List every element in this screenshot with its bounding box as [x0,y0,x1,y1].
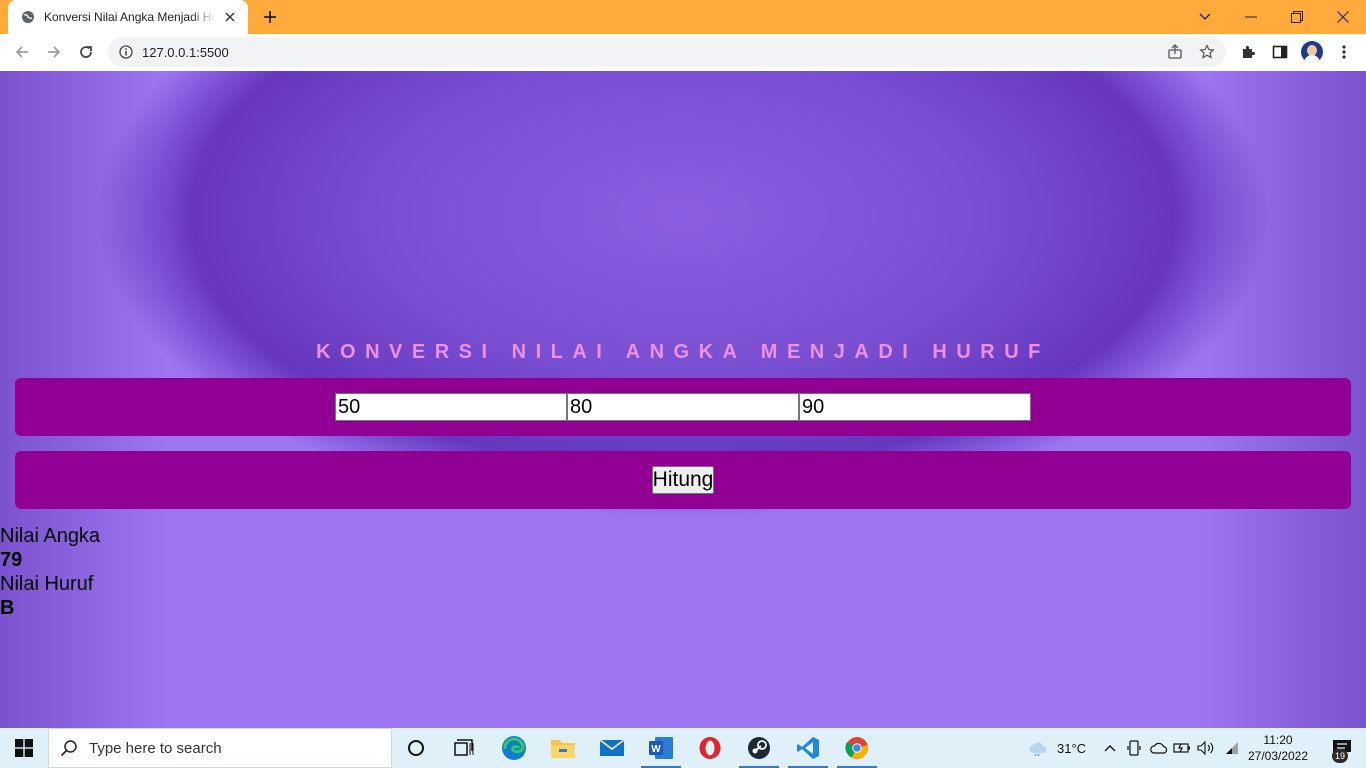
reload-button[interactable] [72,38,100,66]
task-view-icon[interactable] [440,728,488,768]
weather-icon[interactable] [1026,728,1050,768]
new-tab-button[interactable] [258,5,282,29]
close-tab-icon[interactable] [222,9,238,25]
menu-kebab-icon[interactable] [1332,40,1356,64]
result-section: Nilai Angka 79 Nilai Huruf B [0,524,100,620]
nilai-input-1[interactable] [335,393,567,421]
mail-icon[interactable] [588,728,636,768]
share-icon[interactable] [1166,43,1184,61]
restore-button[interactable] [1274,0,1320,34]
taskbar-search-box[interactable]: Type here to search [48,728,392,768]
vscode-icon[interactable] [784,728,832,768]
nilai-huruf-label: Nilai Huruf [0,573,94,595]
nilai-angka-label: Nilai Angka [0,525,101,547]
site-info-icon[interactable] [118,44,134,60]
svg-text:W: W [651,744,661,755]
globe-icon [20,9,36,25]
extensions-icon[interactable] [1236,40,1260,64]
button-panel: Hitung [15,451,1351,509]
page-title: KONVERSI NILAI ANGKA MENJADI HURUF [316,341,1050,363]
browser-toolbar: 127.0.0.1:5500 [0,34,1366,71]
steam-icon[interactable] [735,728,783,768]
clock-date: 27/03/2022 [1247,749,1309,763]
chrome-icon[interactable] [833,728,881,768]
windows-start-button[interactable] [0,728,48,768]
opera-icon[interactable] [686,728,734,768]
forward-button[interactable] [40,38,68,66]
clock-time: 11:20 [1263,733,1293,747]
taskbar: Type here to search W 31°C 11:20 27/03/2… [0,728,1366,768]
nilai-huruf-value: B [0,597,15,619]
back-button[interactable] [8,38,36,66]
browser-titlebar: Konversi Nilai Angka Menjadi Huruf [0,0,1366,34]
side-panel-icon[interactable] [1268,40,1292,64]
profile-avatar[interactable] [1301,41,1323,63]
edge-icon[interactable] [490,728,538,768]
search-placeholder: Type here to search [89,739,222,757]
device-icon[interactable] [1124,728,1144,768]
cortana-icon[interactable] [392,728,440,768]
nilai-input-3[interactable] [799,393,1031,421]
page-viewport: KONVERSI NILAI ANGKA MENJADI HURUF Hitun… [0,71,1366,728]
hitung-button[interactable]: Hitung [652,466,714,494]
nilai-input-2[interactable] [567,393,799,421]
chevron-up-icon[interactable] [1100,728,1120,768]
address-bar[interactable]: 127.0.0.1:5500 [108,37,1226,67]
notification-count-badge: 19 [1332,749,1348,763]
tab-title: Konversi Nilai Angka Menjadi Huruf [44,10,216,24]
onedrive-cloud-icon[interactable] [1148,728,1170,768]
bookmark-star-icon[interactable] [1198,43,1216,61]
weather-temperature[interactable]: 31°C [1057,741,1086,756]
inputs-panel [15,378,1351,436]
volume-icon[interactable] [1196,728,1216,768]
browser-tab[interactable]: Konversi Nilai Angka Menjadi Huruf [8,0,248,34]
system-clock[interactable]: 11:20 27/03/2022 [1246,732,1310,764]
minimize-button[interactable] [1228,0,1274,34]
tab-search-icon[interactable] [1182,0,1228,34]
url-text: 127.0.0.1:5500 [142,45,229,60]
word-icon[interactable]: W [637,728,685,768]
search-icon [49,739,89,757]
close-window-button[interactable] [1320,0,1366,34]
battery-icon[interactable] [1172,728,1192,768]
file-explorer-icon[interactable] [539,728,587,768]
wifi-icon[interactable] [1222,728,1242,768]
nilai-angka-value: 79 [0,549,23,571]
